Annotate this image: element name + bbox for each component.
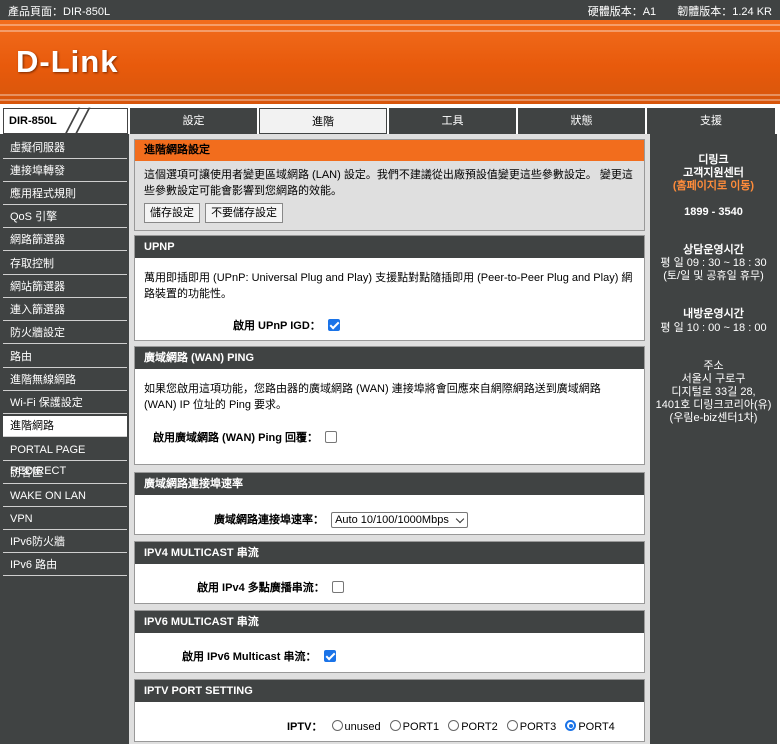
sidebar-item-wake-on-lan[interactable]: WAKE ON LAN — [3, 486, 127, 507]
wan-ping-label: 啟用廣域網路 (WAN) Ping 回覆： — [153, 432, 318, 444]
sidebar-item-inbound-filter[interactable]: 連入篩選器 — [3, 300, 127, 321]
chevron-down-icon — [455, 514, 465, 524]
main-nav: DIR-850L ╱╱ 設定 進階 工具 狀態 支援 — [0, 106, 780, 134]
tab-tools[interactable]: 工具 — [389, 108, 516, 134]
iptv-radio-port2[interactable] — [448, 720, 460, 731]
firmware-version: 韌體版本：1.24 KR — [677, 6, 772, 18]
top-info-bar: 產品頁面：DIR-850L 硬體版本：A1 韌體版本：1.24 KR — [0, 0, 780, 20]
consult-hours: 평 일 09 : 30 ~ 18 : 30 — [660, 257, 767, 269]
sidebar-item-website-filter[interactable]: 網站篩選器 — [3, 277, 127, 298]
advanced-network-intro: 進階網路設定 這個選項可讓使用者變更區域網路 (LAN) 設定。我們不建議從出廠… — [134, 139, 645, 231]
product-page-label: 產品頁面：DIR-850L — [8, 6, 111, 18]
dlink-logo: D-Link — [16, 44, 119, 79]
ipv4-multicast-section: IPV4 MULTICAST 串流 啟用 IPv4 多點廣播串流： — [134, 541, 645, 604]
support-center: 고객지원센터 — [683, 167, 744, 179]
support-phone: 1899 - 3540 — [684, 206, 743, 218]
hardware-version: 硬體版本：A1 — [587, 6, 657, 18]
wan-ping-checkbox[interactable] — [325, 431, 338, 443]
main-content: 進階網路設定 這個選項可讓使用者變更區域網路 (LAN) 設定。我們不建議從出廠… — [129, 134, 650, 744]
sidebar-item-port-forwarding[interactable]: 連接埠轉發 — [3, 161, 127, 182]
iptv-radio-port1[interactable] — [389, 720, 401, 731]
wan-ping-title: 廣域網路 (WAN) PING — [135, 347, 644, 369]
slash-decoration-icon: ╱╱ — [66, 108, 89, 133]
tab-support[interactable]: 支援 — [647, 108, 775, 134]
address-line: 서울시 구로구 — [681, 373, 746, 385]
sidebar-item-ipv6-routing[interactable]: IPv6 路由 — [3, 555, 127, 576]
sidebar-item-guest-zone[interactable]: 訪客區 — [3, 463, 127, 484]
wan-port-speed-section: 廣域網路連接埠速率 廣域網路連接埠速率： Auto 10/100/1000Mbp… — [134, 472, 645, 535]
upnp-title: UPNP — [135, 236, 644, 258]
tab-setup[interactable]: 設定 — [130, 108, 257, 134]
iptv-radio-port4[interactable] — [565, 720, 577, 731]
homepage-link[interactable]: (홈페이지로 이동) — [650, 179, 777, 193]
wan-speed-label: 廣域網路連接埠速率： — [214, 514, 324, 526]
address-title: 주소 — [703, 360, 724, 372]
sidebar-item-vpn[interactable]: VPN — [3, 509, 127, 530]
sidebar-item-qos-engine[interactable]: QoS 引擎 — [3, 207, 127, 228]
sidebar-item-virtual-server[interactable]: 虛擬伺服器 — [3, 138, 127, 159]
iptv-option-label: PORT3 — [519, 721, 557, 733]
sidebar-item-network-filter[interactable]: 網路篩選器 — [3, 230, 127, 251]
iptv-label: IPTV： — [287, 721, 323, 733]
ipv4-multicast-checkbox[interactable] — [331, 581, 344, 593]
ipv4-multicast-label: 啟用 IPv4 多點廣播串流： — [197, 582, 325, 594]
sidebar-item-firewall-settings[interactable]: 防火牆設定 — [3, 323, 127, 344]
iptv-title: IPTV PORT SETTING — [135, 680, 644, 702]
ipv4-multicast-title: IPV4 MULTICAST 串流 — [135, 542, 644, 564]
iptv-radio-unused[interactable] — [331, 720, 343, 731]
wan-speed-value: Auto 10/100/1000Mbps — [335, 514, 449, 526]
support-panel: 디링크 고객지원센터 (홈페이지로 이동) 1899 - 3540 상담운영시간… — [650, 134, 780, 744]
ipv6-multicast-section: IPV6 MULTICAST 串流 啟用 IPv6 Multicast 串流： — [134, 610, 645, 673]
visit-hours: 평 일 10 : 00 ~ 18 : 00 — [660, 322, 767, 334]
iptv-radio-port3[interactable] — [506, 720, 518, 731]
support-company: 디링크 — [698, 154, 729, 166]
header-banner: D-Link — [0, 20, 780, 104]
sidebar-item-advanced-network[interactable]: 進階網路 — [3, 416, 127, 437]
sidebar-item-ipv6-firewall[interactable]: IPv6防火牆 — [3, 532, 127, 553]
ipv6-multicast-title: IPV6 MULTICAST 串流 — [135, 611, 644, 633]
upnp-igd-checkbox[interactable] — [327, 319, 340, 331]
sidebar-item-portal-page-redirect[interactable]: PORTAL PAGE REDIRECT — [3, 440, 127, 477]
address-line: (우림e-biz센터1차) — [669, 412, 758, 424]
intro-text: 這個選項可讓使用者變更區域網路 (LAN) 設定。我們不建議從出廠預設值變更這些… — [144, 169, 633, 197]
sidebar-item-advanced-wireless[interactable]: 進階無線網路 — [3, 370, 127, 391]
wan-speed-title: 廣域網路連接埠速率 — [135, 473, 644, 495]
iptv-option-label: PORT1 — [402, 721, 440, 733]
wan-speed-select[interactable]: Auto 10/100/1000Mbps — [331, 512, 468, 528]
ipv6-multicast-checkbox[interactable] — [323, 650, 336, 662]
address-line: 디지털로 33길 28, — [671, 386, 756, 398]
ipv6-multicast-label: 啟用 IPv6 Multicast 串流： — [182, 651, 317, 663]
wan-ping-description: 如果您啟用這項功能，您路由器的廣域網路 (WAN) 連接埠將會回應來自網際網路送… — [144, 383, 601, 411]
sidebar-item-access-control[interactable]: 存取控制 — [3, 254, 127, 275]
address-line: 1401호 디링크코리아(유) — [655, 399, 772, 411]
sidebar-item-application-rules[interactable]: 應用程式規則 — [3, 184, 127, 205]
section-title: 進階網路設定 — [135, 140, 644, 161]
advanced-sidebar: 虛擬伺服器 連接埠轉發 應用程式規則 QoS 引擎 網路篩選器 存取控制 網站篩… — [0, 134, 129, 744]
iptv-option-label: PORT4 — [578, 721, 615, 733]
model-badge: DIR-850L ╱╱ — [3, 108, 128, 134]
visit-hours-title: 내방운영시간 — [683, 308, 744, 320]
dont-save-settings-button[interactable]: 不要儲存設定 — [205, 203, 284, 223]
upnp-igd-label: 啟用 UPnP IGD： — [233, 320, 321, 332]
sidebar-item-routing[interactable]: 路由 — [3, 347, 127, 368]
consult-hours-note: (토/일 및 공휴일 휴무) — [663, 270, 764, 282]
upnp-description: 萬用即插即用 (UPnP: Universal Plug and Play) 支… — [144, 272, 633, 300]
iptv-option-label: PORT2 — [461, 721, 498, 733]
tab-status[interactable]: 狀態 — [518, 108, 645, 134]
upnp-section: UPNP 萬用即插即用 (UPnP: Universal Plug and Pl… — [134, 235, 645, 341]
wan-ping-section: 廣域網路 (WAN) PING 如果您啟用這項功能，您路由器的廣域網路 (WAN… — [134, 346, 645, 465]
save-settings-button[interactable]: 儲存設定 — [144, 203, 200, 223]
iptv-port-section: IPTV PORT SETTING IPTV： unused PORT1 POR… — [134, 679, 645, 742]
iptv-option-label: unused — [344, 721, 381, 733]
model-name: DIR-850L — [9, 115, 57, 127]
consult-hours-title: 상담운영시간 — [683, 244, 744, 256]
tab-advanced[interactable]: 進階 — [259, 108, 387, 134]
sidebar-item-wifi-protected-setup[interactable]: Wi-Fi 保護設定 — [3, 393, 127, 414]
